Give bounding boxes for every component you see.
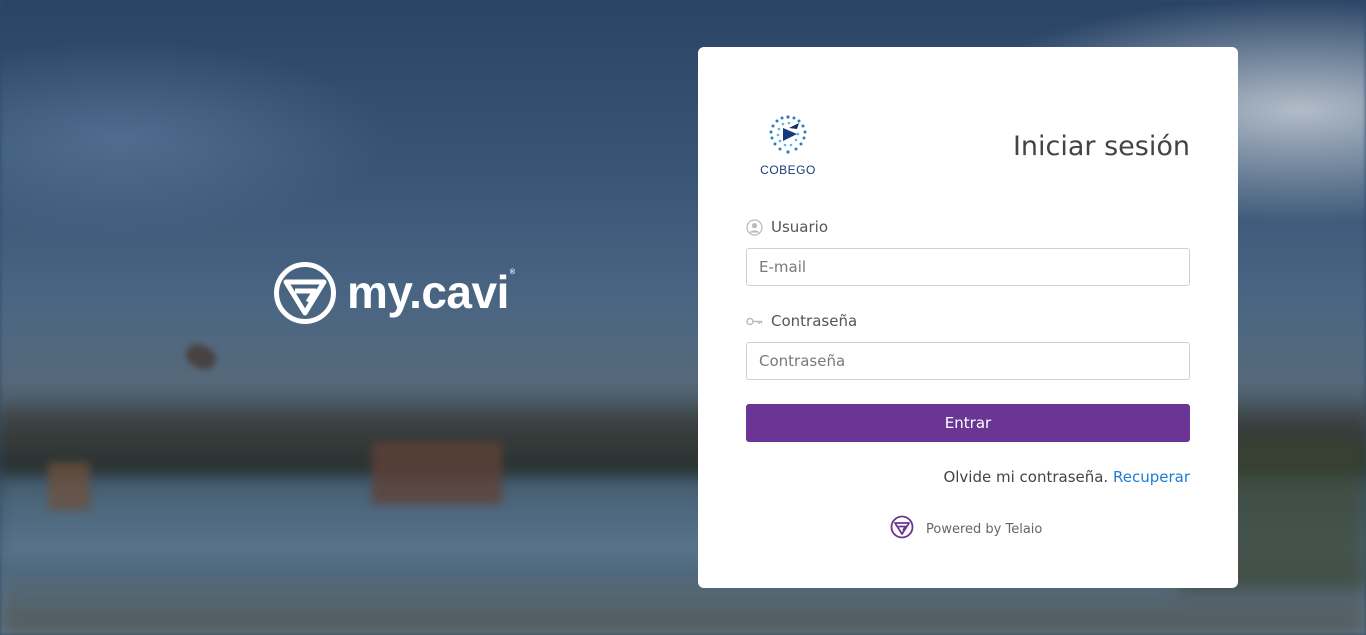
brand-reg-mark: ® bbox=[509, 269, 515, 276]
company-logo: COBEGO bbox=[753, 111, 823, 177]
company-logo-text: COBEGO bbox=[760, 163, 816, 177]
forgot-password: Olvide mi contraseña. Recuperar bbox=[943, 468, 1190, 486]
recover-link[interactable]: Recuperar bbox=[1113, 468, 1190, 486]
page-title: Iniciar sesión bbox=[1012, 131, 1190, 162]
password-label: Contraseña bbox=[746, 312, 857, 330]
telaio-logo-icon bbox=[890, 515, 914, 543]
password-field[interactable] bbox=[746, 342, 1190, 380]
brand-title: my.cavi® bbox=[347, 266, 515, 318]
email-field[interactable] bbox=[746, 248, 1190, 286]
user-circle-icon bbox=[746, 218, 763, 236]
powered-by: Powered by Telaio bbox=[890, 515, 1042, 543]
username-label: Usuario bbox=[746, 218, 828, 236]
submit-button[interactable]: Entrar bbox=[746, 404, 1190, 442]
brand-logo: my.cavi® bbox=[273, 261, 515, 329]
key-icon bbox=[746, 313, 763, 330]
forgot-password-text: Olvide mi contraseña. bbox=[943, 468, 1109, 486]
cobego-logo-icon bbox=[769, 115, 807, 154]
password-label-text: Contraseña bbox=[771, 312, 858, 330]
login-card: COBEGO Iniciar sesión Usuario Contraseña… bbox=[698, 47, 1238, 588]
powered-by-text: Powered by Telaio bbox=[926, 521, 1043, 537]
username-label-text: Usuario bbox=[771, 218, 829, 236]
mycavi-logo-icon bbox=[273, 261, 337, 329]
